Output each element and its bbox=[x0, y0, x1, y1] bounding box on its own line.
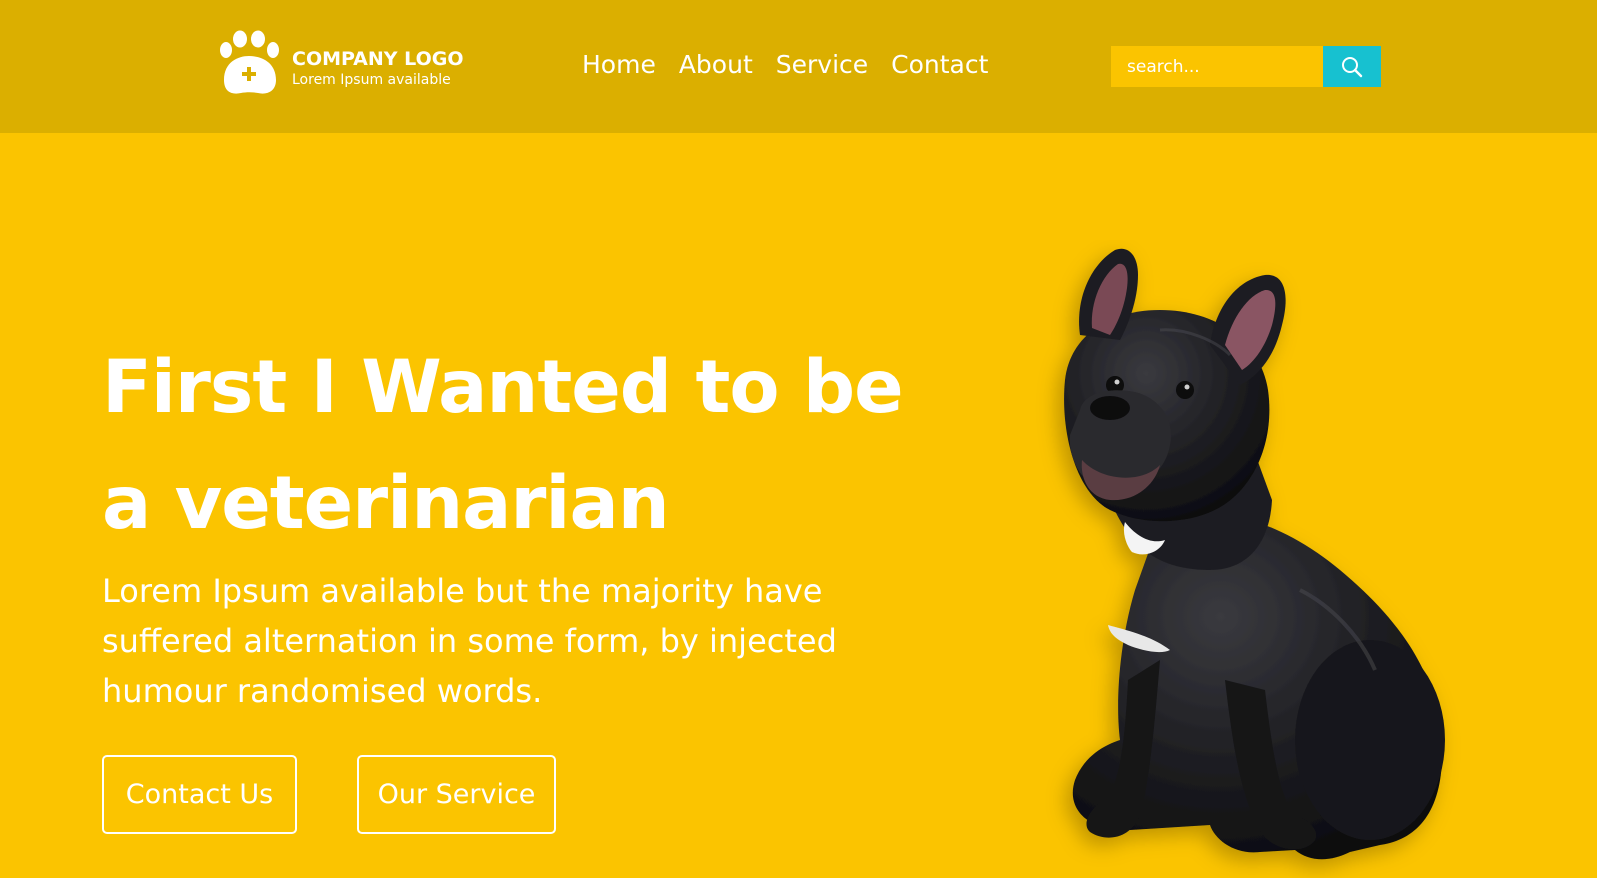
french-bulldog-image bbox=[1064, 248, 1445, 860]
site-header: COMPANY LOGO Lorem Ipsum available Home … bbox=[0, 0, 1597, 133]
logo-title: COMPANY LOGO bbox=[292, 48, 464, 70]
search-input[interactable] bbox=[1111, 46, 1323, 87]
nav-about[interactable]: About bbox=[679, 48, 753, 82]
search-button[interactable] bbox=[1323, 46, 1381, 87]
paw-plus-icon bbox=[220, 30, 279, 94]
hero-description: Lorem Ipsum available but the majority h… bbox=[102, 572, 837, 710]
contact-us-button[interactable]: Contact Us bbox=[102, 755, 297, 834]
search-icon bbox=[1342, 56, 1363, 77]
hero-heading: First I Wanted to be a veterinarian bbox=[102, 345, 904, 546]
landing-page: COMPANY LOGO Lorem Ipsum available Home … bbox=[0, 0, 1597, 878]
nav-contact[interactable]: Contact bbox=[891, 48, 988, 82]
logo-subtitle: Lorem Ipsum available bbox=[292, 72, 451, 88]
our-service-button[interactable]: Our Service bbox=[357, 755, 556, 834]
search-form bbox=[1111, 46, 1381, 87]
main-nav: Home About Service Contact bbox=[582, 48, 988, 82]
nav-service[interactable]: Service bbox=[776, 48, 868, 82]
company-logo[interactable]: COMPANY LOGO Lorem Ipsum available bbox=[218, 30, 468, 100]
nav-home[interactable]: Home bbox=[582, 48, 656, 82]
